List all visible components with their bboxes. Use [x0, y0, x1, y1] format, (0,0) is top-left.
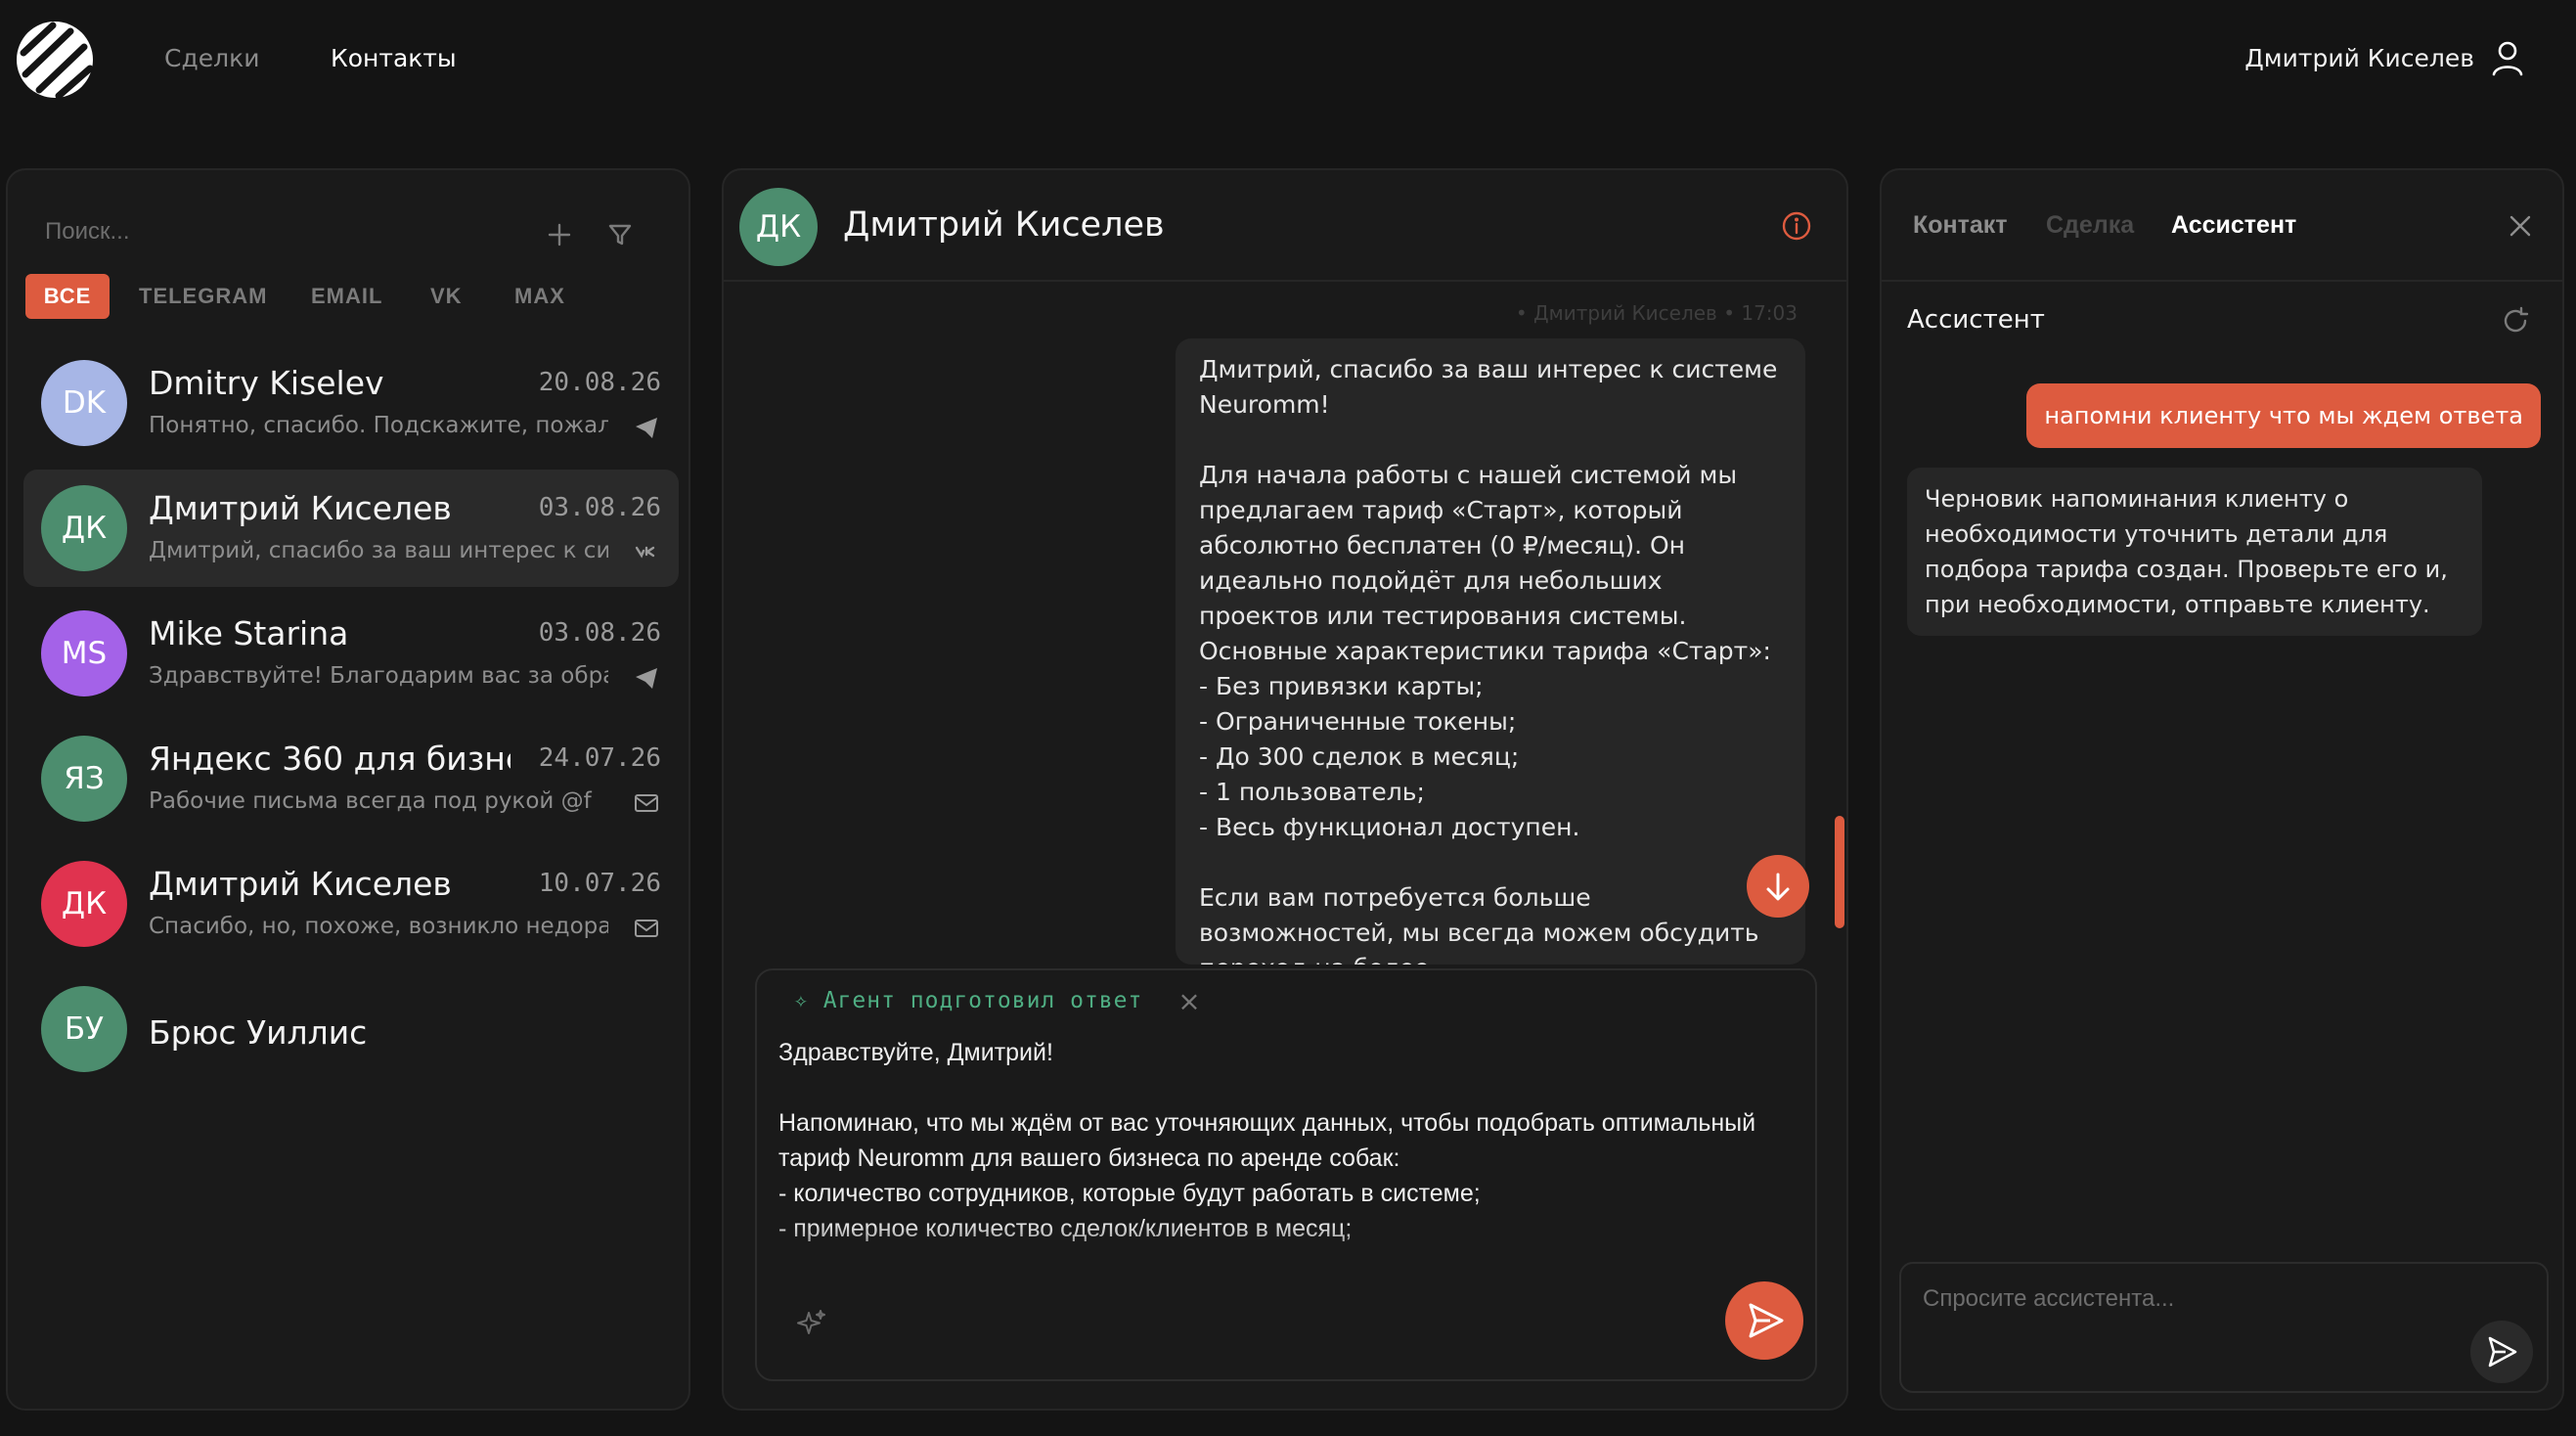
- assistant-input[interactable]: [1923, 1279, 2451, 1319]
- message-composer[interactable]: ✧ Агент подготовил ответ × Здравствуйте,…: [755, 968, 1817, 1381]
- assistant-panel: Контакт Сделка Ассистент Ассистент напом…: [1880, 168, 2564, 1411]
- send-button[interactable]: [1725, 1281, 1803, 1360]
- assistant-user-message: напомни клиенту что мы ждем ответа: [2026, 383, 2541, 448]
- assistant-bot-message: Черновик напоминания клиенту о необходим…: [1907, 468, 2482, 636]
- channel-tab-all[interactable]: ВСЕ: [25, 274, 110, 319]
- send-icon: [2488, 1336, 2517, 1368]
- conversation-item[interactable]: ДК Дмитрий Киселев 10.07.26 Спасибо, но,…: [23, 845, 679, 963]
- draft-fade: [757, 1221, 1813, 1279]
- channel-tab-max[interactable]: MAX: [514, 274, 565, 319]
- telegram-icon: [632, 413, 661, 442]
- assistant-send-button[interactable]: [2470, 1321, 2533, 1383]
- user-icon[interactable]: [2488, 39, 2527, 78]
- channel-tab-email[interactable]: EMAIL: [311, 274, 382, 319]
- tab-assistant[interactable]: Ассистент: [2171, 211, 2296, 240]
- send-icon: [1749, 1303, 1784, 1338]
- conversation-item[interactable]: ЯЗ Яндекс 360 для бизнеса 24.07.26 Рабоч…: [23, 720, 679, 837]
- channel-tab-vk[interactable]: VK: [430, 274, 463, 319]
- conversation-date: 24.07.26: [538, 743, 661, 773]
- close-icon[interactable]: [2504, 209, 2537, 243]
- conversation-date: 03.08.26: [538, 493, 661, 522]
- conversation-date: 20.08.26: [538, 368, 661, 397]
- conversation-item[interactable]: БУ Брюс Уиллис: [23, 970, 679, 1088]
- agent-draft-label: ✧ Агент подготовил ответ: [794, 988, 1142, 1013]
- channel-tab-telegram[interactable]: TELEGRAM: [139, 274, 267, 319]
- conversation-list-panel: ВСЕ TELEGRAM EMAIL VK MAX DK Dmitry Kise…: [6, 168, 690, 1411]
- conversation-date: 03.08.26: [538, 618, 661, 648]
- chat-header: ДК Дмитрий Киселев: [724, 170, 1846, 282]
- conversation-name: Дмитрий Киселев: [149, 489, 452, 527]
- tab-deal[interactable]: Сделка: [2046, 211, 2134, 240]
- assistant-input-box[interactable]: [1899, 1262, 2549, 1393]
- close-icon[interactable]: ×: [1172, 984, 1207, 1019]
- message-bubble: Дмитрий, спасибо за ваш интерес к систем…: [1176, 338, 1805, 965]
- conversation-preview: Здравствуйте! Благодарим вас за обращени…: [149, 663, 608, 689]
- avatar: ЯЗ: [41, 736, 127, 822]
- agent-draft-text: Агент подготовил ответ: [822, 988, 1143, 1013]
- filter-icon[interactable]: [599, 213, 642, 256]
- chat-title: Дмитрий Киселев: [843, 205, 1165, 245]
- nav-contacts[interactable]: Контакты: [331, 43, 457, 74]
- vk-icon: [632, 538, 661, 567]
- conversation-name: Mike Starina: [149, 614, 349, 652]
- tab-contact[interactable]: Контакт: [1913, 211, 2008, 240]
- conversation-item[interactable]: DK Dmitry Kiselev 20.08.26 Понятно, спас…: [23, 344, 679, 462]
- avatar: ДК: [41, 861, 127, 947]
- conversation-name: Брюс Уиллис: [149, 1013, 368, 1052]
- conversation-name: Яндекс 360 для бизнеса: [149, 740, 511, 778]
- right-panel-header: Контакт Сделка Ассистент: [1882, 170, 2562, 282]
- avatar: ДК: [41, 485, 127, 571]
- add-icon[interactable]: [538, 213, 581, 256]
- conversation-item[interactable]: MS Mike Starina 03.08.26 Здравствуйте! Б…: [23, 595, 679, 712]
- scroll-down-button[interactable]: [1747, 855, 1809, 918]
- app-logo[interactable]: [14, 20, 96, 100]
- conversation-name: Dmitry Kiselev: [149, 364, 384, 402]
- arrow-down-icon: [1766, 873, 1790, 901]
- message-meta: • Дмитрий Киселев • 17:03: [1515, 301, 1798, 325]
- mail-icon: [632, 914, 661, 943]
- chat-avatar: ДК: [739, 188, 818, 266]
- avatar: БУ: [41, 986, 127, 1072]
- sparkle-icon: [797, 1310, 825, 1334]
- ai-generate-button[interactable]: [794, 1307, 829, 1342]
- current-user-name[interactable]: Дмитрий Киселев: [2244, 43, 2474, 74]
- mail-icon: [632, 788, 661, 818]
- assistant-title: Ассистент: [1907, 305, 2045, 335]
- conversation-date: 10.07.26: [538, 869, 661, 898]
- conversation-name: Дмитрий Киселев: [149, 865, 452, 903]
- conversation-item[interactable]: ДК Дмитрий Киселев 03.08.26 Дмитрий, спа…: [23, 470, 679, 587]
- avatar: MS: [41, 610, 127, 696]
- conversation-preview: Рабочие письма всегда под рукой @f: [149, 788, 592, 814]
- search-input[interactable]: [45, 207, 495, 256]
- conversation-preview: Понятно, спасибо. Подскажите, пожалуйста: [149, 413, 608, 438]
- avatar: DK: [41, 360, 127, 446]
- sparkle-icon: ✧: [794, 988, 823, 1013]
- info-icon[interactable]: [1780, 209, 1813, 243]
- chat-panel: ДК Дмитрий Киселев • Дмитрий Киселев • 1…: [722, 168, 1848, 1411]
- conversation-preview: Дмитрий, спасибо за ваш интерес к систем…: [149, 538, 608, 563]
- conversation-preview: Спасибо, но, похоже, возникло недоразуме…: [149, 914, 608, 939]
- nav-deals[interactable]: Сделки: [164, 43, 259, 74]
- scrollbar-thumb[interactable]: [1835, 816, 1844, 928]
- refresh-icon[interactable]: [2500, 305, 2531, 337]
- telegram-icon: [632, 663, 661, 693]
